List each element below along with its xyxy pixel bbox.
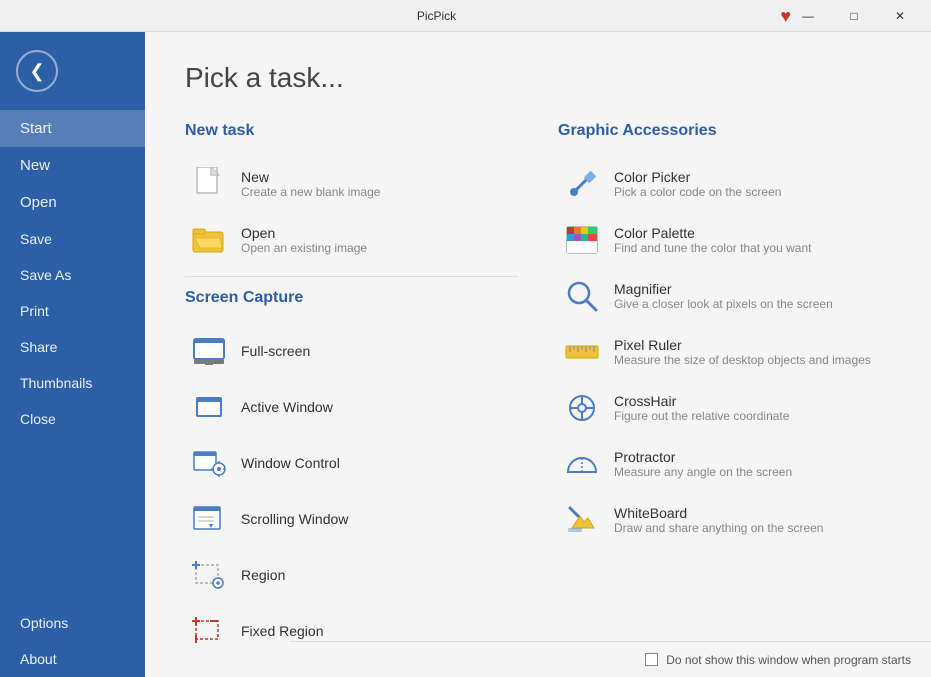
sidebar-item-new[interactable]: New: [0, 147, 145, 184]
task-name-open: Open: [241, 225, 367, 241]
right-column: Graphic Accessories Col: [558, 122, 891, 677]
sidebar-item-about[interactable]: About: [0, 641, 145, 677]
task-item-pixel-ruler[interactable]: Pixel Ruler Measure the size of desktop …: [558, 324, 891, 380]
new-task-title: New task: [185, 122, 518, 140]
back-icon: ❮: [29, 61, 44, 82]
task-desc-magnifier: Give a closer look at pixels on the scre…: [614, 297, 833, 311]
sidebar-item-close[interactable]: Close: [0, 401, 145, 437]
fixed-region-icon: [191, 613, 227, 649]
close-button[interactable]: ✕: [877, 0, 923, 32]
content-grid: New task New: [185, 122, 891, 677]
task-name-crosshair: CrossHair: [614, 393, 789, 409]
task-desc-protractor: Measure any angle on the screen: [614, 465, 792, 479]
task-name-new: New: [241, 169, 380, 185]
whiteboard-icon: [564, 502, 600, 538]
screen-capture-title: Screen Capture: [185, 289, 518, 307]
color-picker-icon: [564, 166, 600, 202]
minimize-button[interactable]: —: [785, 0, 831, 32]
task-desc-crosshair: Figure out the relative coordinate: [614, 409, 789, 423]
dont-show-checkbox[interactable]: [645, 653, 658, 666]
sidebar-item-open[interactable]: Open: [0, 184, 145, 221]
active-window-icon: [191, 389, 227, 425]
task-item-open[interactable]: Open Open an existing image: [185, 212, 518, 268]
new-task-section: New task New: [185, 122, 518, 268]
dont-show-label: Do not show this window when program sta…: [666, 653, 911, 667]
window-controls: — □ ✕: [785, 0, 923, 32]
task-item-window-control[interactable]: Window Control: [185, 435, 518, 491]
sidebar-item-save[interactable]: Save: [0, 221, 145, 257]
protractor-icon: [564, 446, 600, 482]
freehand-icon: [191, 669, 227, 677]
crosshair-icon: [564, 390, 600, 426]
task-name-color-palette: Color Palette: [614, 225, 811, 241]
new-icon: [191, 166, 227, 202]
heart-icon[interactable]: ♥: [780, 6, 791, 27]
task-name-window-control: Window Control: [241, 455, 340, 471]
task-desc-open: Open an existing image: [241, 241, 367, 255]
sidebar-item-thumbnails[interactable]: Thumbnails: [0, 365, 145, 401]
task-name-magnifier: Magnifier: [614, 281, 833, 297]
graphic-accessories-list: Color Picker Pick a color code on the sc…: [558, 156, 891, 548]
main-content: Pick a task... New task: [145, 32, 931, 677]
app-body: ❮ Start New Open Save Save As Print: [0, 32, 931, 677]
task-item-color-picker[interactable]: Color Picker Pick a color code on the sc…: [558, 156, 891, 212]
app-title: PicPick: [88, 9, 785, 23]
region-icon: [191, 557, 227, 593]
task-name-region: Region: [241, 567, 285, 583]
task-item-fullscreen[interactable]: Full-screen: [185, 323, 518, 379]
task-item-protractor[interactable]: Protractor Measure any angle on the scre…: [558, 436, 891, 492]
new-task-list: New Create a new blank image: [185, 156, 518, 268]
scrolling-window-icon: [191, 501, 227, 537]
sidebar-item-print[interactable]: Print: [0, 293, 145, 329]
sidebar-item-save-as[interactable]: Save As: [0, 257, 145, 293]
screen-capture-section: Screen Capture: [185, 289, 518, 677]
maximize-button[interactable]: □: [831, 0, 877, 32]
task-desc-new: Create a new blank image: [241, 185, 380, 199]
left-column: New task New: [185, 122, 518, 677]
task-name-scrolling-window: Scrolling Window: [241, 511, 348, 527]
task-item-region[interactable]: Region: [185, 547, 518, 603]
title-bar: PicPick — □ ✕: [0, 0, 931, 32]
divider-1: [185, 276, 518, 277]
sidebar-navigation: Start New Open Save Save As Print Share …: [0, 110, 145, 677]
task-name-color-picker: Color Picker: [614, 169, 781, 185]
sidebar-item-options[interactable]: Options: [0, 605, 145, 641]
sidebar-back: ❮: [0, 32, 145, 110]
screen-capture-list: Full-screen Active Window: [185, 323, 518, 677]
color-palette-icon: [564, 222, 600, 258]
task-item-magnifier[interactable]: Magnifier Give a closer look at pixels o…: [558, 268, 891, 324]
task-name-pixel-ruler: Pixel Ruler: [614, 337, 871, 353]
magnifier-icon: [564, 278, 600, 314]
open-icon: [191, 222, 227, 258]
task-name-active-window: Active Window: [241, 399, 333, 415]
task-item-crosshair[interactable]: CrossHair Figure out the relative coordi…: [558, 380, 891, 436]
sidebar: ❮ Start New Open Save Save As Print: [0, 32, 145, 677]
task-item-color-palette[interactable]: Color Palette Find and tune the color th…: [558, 212, 891, 268]
fullscreen-icon: [191, 333, 227, 369]
task-desc-pixel-ruler: Measure the size of desktop objects and …: [614, 353, 871, 367]
sidebar-item-share[interactable]: Share: [0, 329, 145, 365]
window-control-icon: [191, 445, 227, 481]
pixel-ruler-icon: [564, 334, 600, 370]
back-button[interactable]: ❮: [16, 50, 58, 92]
task-item-scrolling-window[interactable]: Scrolling Window: [185, 491, 518, 547]
task-name-protractor: Protractor: [614, 449, 792, 465]
task-name-fixed-region: Fixed Region: [241, 623, 324, 639]
task-item-active-window[interactable]: Active Window: [185, 379, 518, 435]
task-item-whiteboard[interactable]: WhiteBoard Draw and share anything on th…: [558, 492, 891, 548]
task-desc-color-palette: Find and tune the color that you want: [614, 241, 811, 255]
graphic-accessories-title: Graphic Accessories: [558, 122, 891, 140]
task-item-new[interactable]: New Create a new blank image: [185, 156, 518, 212]
task-desc-whiteboard: Draw and share anything on the screen: [614, 521, 823, 535]
graphic-accessories-section: Graphic Accessories Col: [558, 122, 891, 548]
task-name-fullscreen: Full-screen: [241, 343, 310, 359]
page-title: Pick a task...: [185, 62, 891, 94]
sidebar-item-start[interactable]: Start: [0, 110, 145, 147]
task-desc-color-picker: Pick a color code on the screen: [614, 185, 781, 199]
task-name-whiteboard: WhiteBoard: [614, 505, 823, 521]
footer: Do not show this window when program sta…: [290, 641, 931, 677]
